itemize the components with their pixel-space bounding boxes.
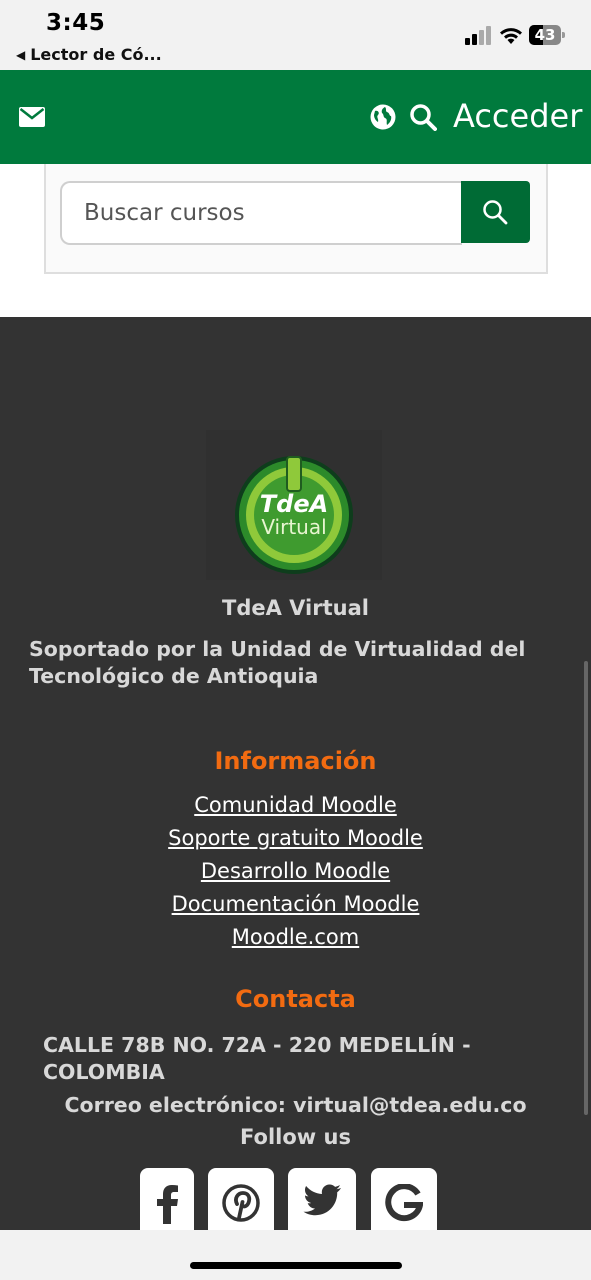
link-documentacion-moodle[interactable]: Documentación Moodle	[0, 892, 591, 925]
twitter-button[interactable]	[288, 1168, 356, 1230]
site-name: TdeA Virtual	[222, 596, 369, 620]
link-comunidad-moodle[interactable]: Comunidad Moodle	[0, 793, 591, 826]
pinterest-button[interactable]	[208, 1168, 274, 1230]
mail-icon[interactable]	[19, 107, 45, 127]
tdea-virtual-logo: TdeA Virtual	[235, 456, 353, 574]
top-navbar: Acceder	[0, 70, 591, 164]
site-description: Soportado por la Unidad de Virtualidad d…	[29, 637, 526, 688]
cellular-signal-icon	[465, 26, 491, 45]
login-link[interactable]: Acceder	[453, 97, 582, 135]
link-moodle-com[interactable]: Moodle.com	[0, 925, 591, 958]
scrollbar-thumb[interactable]	[584, 661, 588, 1115]
language-globe-icon[interactable]	[370, 104, 396, 130]
pinterest-icon	[222, 1184, 260, 1222]
logo-text-top: TdeA	[260, 490, 328, 518]
logo-text-bottom: Virtual	[261, 515, 326, 539]
search-icon[interactable]	[409, 103, 437, 131]
follow-us-label: Follow us	[240, 1125, 351, 1149]
status-bar: 3:45 ◀ Lector de Có... 43	[0, 0, 591, 70]
home-bar	[0, 1230, 591, 1280]
course-search-button[interactable]	[461, 181, 530, 243]
twitter-icon	[303, 1184, 341, 1216]
back-app-label: Lector de Có...	[30, 45, 162, 64]
link-soporte-moodle[interactable]: Soporte gratuito Moodle	[0, 826, 591, 859]
facebook-icon	[157, 1185, 178, 1224]
back-to-app-link[interactable]: ◀ Lector de Có...	[16, 45, 162, 64]
facebook-button[interactable]	[140, 1168, 194, 1230]
contact-address: CALLE 78B NO. 72A - 220 MEDELLÍN - COLOM…	[43, 1033, 471, 1084]
status-time: 3:45	[46, 10, 106, 36]
course-search-input[interactable]: Buscar cursos	[60, 181, 462, 245]
home-indicator[interactable]	[190, 1262, 402, 1269]
search-icon	[483, 200, 508, 225]
back-triangle-icon: ◀	[16, 48, 26, 62]
wifi-icon	[500, 28, 522, 44]
info-section-title: Información	[214, 747, 377, 775]
contact-email[interactable]: Correo electrónico: virtual@tdea.edu.co	[0, 1093, 591, 1117]
info-links-list: Comunidad Moodle Soporte gratuito Moodle…	[0, 793, 591, 958]
contact-section-title: Contacta	[235, 985, 356, 1013]
google-icon	[385, 1184, 423, 1222]
link-desarrollo-moodle[interactable]: Desarrollo Moodle	[0, 859, 591, 892]
battery-icon: 43	[529, 25, 565, 45]
google-button[interactable]	[371, 1168, 437, 1230]
battery-percent: 43	[534, 26, 556, 44]
